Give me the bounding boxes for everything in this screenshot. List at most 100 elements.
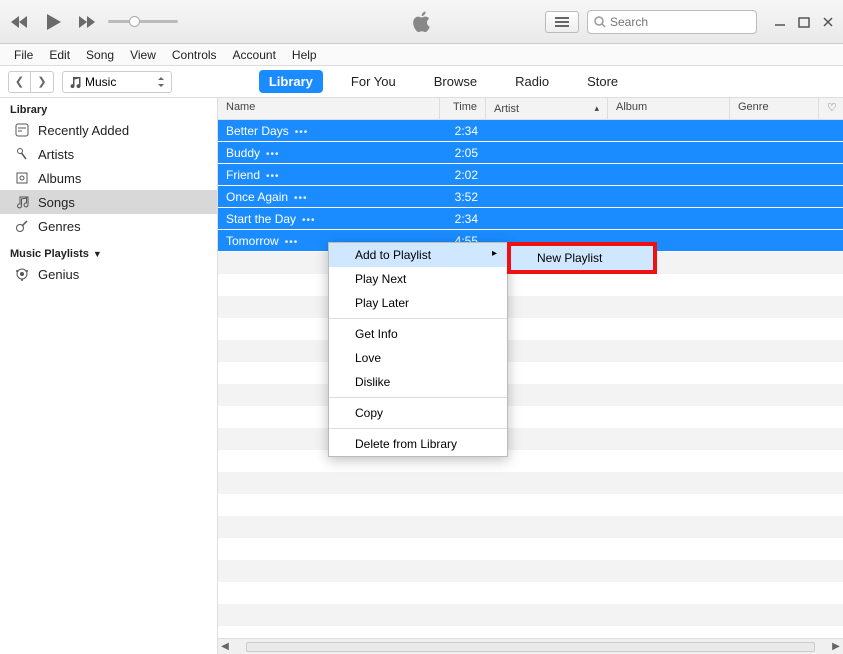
sidebar-item-label: Songs (38, 195, 75, 210)
empty-row (218, 428, 843, 450)
empty-row (218, 318, 843, 340)
sidebar: Library Recently Added Artists Albums Songs… (0, 98, 218, 654)
scroll-left-icon[interactable]: ◀ (218, 641, 232, 652)
heart-icon: ♡ (827, 102, 837, 114)
song-row[interactable]: Better Days•••2:34 (218, 120, 843, 142)
next-button[interactable] (76, 11, 98, 33)
source-dropdown[interactable]: Music (62, 71, 172, 93)
window-controls (773, 15, 835, 29)
empty-row (218, 296, 843, 318)
menu-file[interactable]: File (6, 46, 41, 64)
minimize-button[interactable] (773, 15, 787, 29)
ctx-copy[interactable]: Copy (329, 401, 507, 425)
song-actions-icon[interactable]: ••• (302, 215, 316, 226)
song-actions-icon[interactable]: ••• (266, 149, 280, 160)
col-genre[interactable]: Genre (730, 98, 819, 119)
list-view-button[interactable] (545, 11, 579, 33)
col-album[interactable]: Album (608, 98, 730, 119)
song-name: Tomorrow (226, 234, 279, 248)
song-time: 2:02 (440, 165, 486, 185)
menu-song[interactable]: Song (78, 46, 122, 64)
empty-row (218, 450, 843, 472)
sidebar-item-artists[interactable]: Artists (0, 142, 217, 166)
ctx-add-to-playlist[interactable]: Add to Playlist▸ (329, 243, 507, 267)
menu-controls[interactable]: Controls (164, 46, 225, 64)
empty-row (218, 560, 843, 582)
song-row[interactable]: Once Again•••3:52 (218, 186, 843, 208)
menu-edit[interactable]: Edit (41, 46, 78, 64)
ctx-get-info[interactable]: Get Info (329, 322, 507, 346)
music-note-icon (69, 76, 81, 88)
song-row[interactable]: Friend ••• 2:02 (218, 164, 843, 186)
submenu-new-playlist[interactable]: New Playlist (511, 246, 653, 270)
sidebar-item-albums[interactable]: Albums (0, 166, 217, 190)
song-time: 3:52 (440, 187, 486, 207)
song-name: Friend (226, 168, 260, 182)
ctx-love[interactable]: Love (329, 346, 507, 370)
menu-view[interactable]: View (122, 46, 164, 64)
empty-row (218, 472, 843, 494)
tab-radio[interactable]: Radio (505, 70, 559, 93)
horizontal-scrollbar[interactable]: ◀ ▶ (218, 638, 843, 654)
empty-row (218, 494, 843, 516)
content: Library Recently Added Artists Albums Songs… (0, 98, 843, 654)
song-row[interactable]: Buddy ••• 2:05 (218, 142, 843, 164)
volume-slider[interactable] (108, 20, 178, 23)
song-pane: Name Time Artist ▴ Album Genre ♡ Better … (218, 98, 843, 654)
ctx-play-next[interactable]: Play Next (329, 267, 507, 291)
search-box[interactable] (587, 10, 757, 34)
sidebar-item-label: Genius (38, 267, 79, 282)
chevron-down-icon: ▼ (93, 249, 102, 259)
close-button[interactable] (821, 15, 835, 29)
col-artist[interactable]: Artist ▴ (486, 98, 608, 119)
ctx-dislike[interactable]: Dislike (329, 370, 507, 394)
nav-back-button[interactable]: ❮ (9, 72, 31, 92)
col-time[interactable]: Time (440, 98, 486, 119)
apple-logo-icon (411, 9, 433, 35)
song-name: Buddy (226, 146, 260, 160)
sidebar-item-label: Genres (38, 219, 81, 234)
nav-bar: ❮ ❯ Music Library For You Browse Radio Store (0, 66, 843, 98)
sidebar-item-label: Artists (38, 147, 74, 162)
sidebar-playlist-genius[interactable]: Genius (0, 262, 217, 286)
nav-history: ❮ ❯ (8, 71, 54, 93)
song-actions-icon[interactable]: ••• (285, 237, 299, 248)
empty-row (218, 516, 843, 538)
menu-separator (329, 428, 507, 429)
menu-account[interactable]: Account (225, 46, 284, 64)
menu-help[interactable]: Help (284, 46, 325, 64)
empty-row (218, 538, 843, 560)
col-loved[interactable]: ♡ (819, 98, 843, 119)
sidebar-item-songs[interactable]: Songs (0, 190, 217, 214)
tab-browse[interactable]: Browse (424, 70, 487, 93)
tab-store[interactable]: Store (577, 70, 628, 93)
song-actions-icon[interactable]: ••• (295, 127, 309, 138)
guitar-icon (14, 218, 30, 234)
sidebar-item-genres[interactable]: Genres (0, 214, 217, 238)
prev-button[interactable] (8, 11, 30, 33)
mic-icon (14, 146, 30, 162)
song-row[interactable]: Start the Day•••2:34 (218, 208, 843, 230)
empty-row (218, 274, 843, 296)
tab-library[interactable]: Library (259, 70, 323, 93)
search-icon (594, 16, 606, 28)
sidebar-section-library: Library (0, 98, 217, 118)
tab-for-you[interactable]: For You (341, 70, 406, 93)
submenu-arrow-icon: ▸ (492, 248, 497, 259)
scroll-right-icon[interactable]: ▶ (829, 641, 843, 652)
song-actions-icon[interactable]: ••• (294, 193, 308, 204)
nav-forward-button[interactable]: ❯ (31, 72, 53, 92)
play-button[interactable] (38, 7, 68, 37)
nav-tabs: Library For You Browse Radio Store (259, 70, 628, 93)
search-input[interactable] (610, 15, 765, 29)
song-time: 2:05 (440, 143, 486, 163)
maximize-button[interactable] (797, 15, 811, 29)
sidebar-item-recently-added[interactable]: Recently Added (0, 118, 217, 142)
col-name[interactable]: Name (218, 98, 440, 119)
ctx-play-later[interactable]: Play Later (329, 291, 507, 315)
chevron-down-icon (157, 77, 165, 87)
context-menu: Add to Playlist▸Play NextPlay Later Get I… (328, 242, 508, 457)
song-actions-icon[interactable]: ••• (266, 171, 280, 182)
ctx-delete-from-library[interactable]: Delete from Library (329, 432, 507, 456)
sidebar-section-playlists[interactable]: Music Playlists ▼ (0, 238, 217, 262)
